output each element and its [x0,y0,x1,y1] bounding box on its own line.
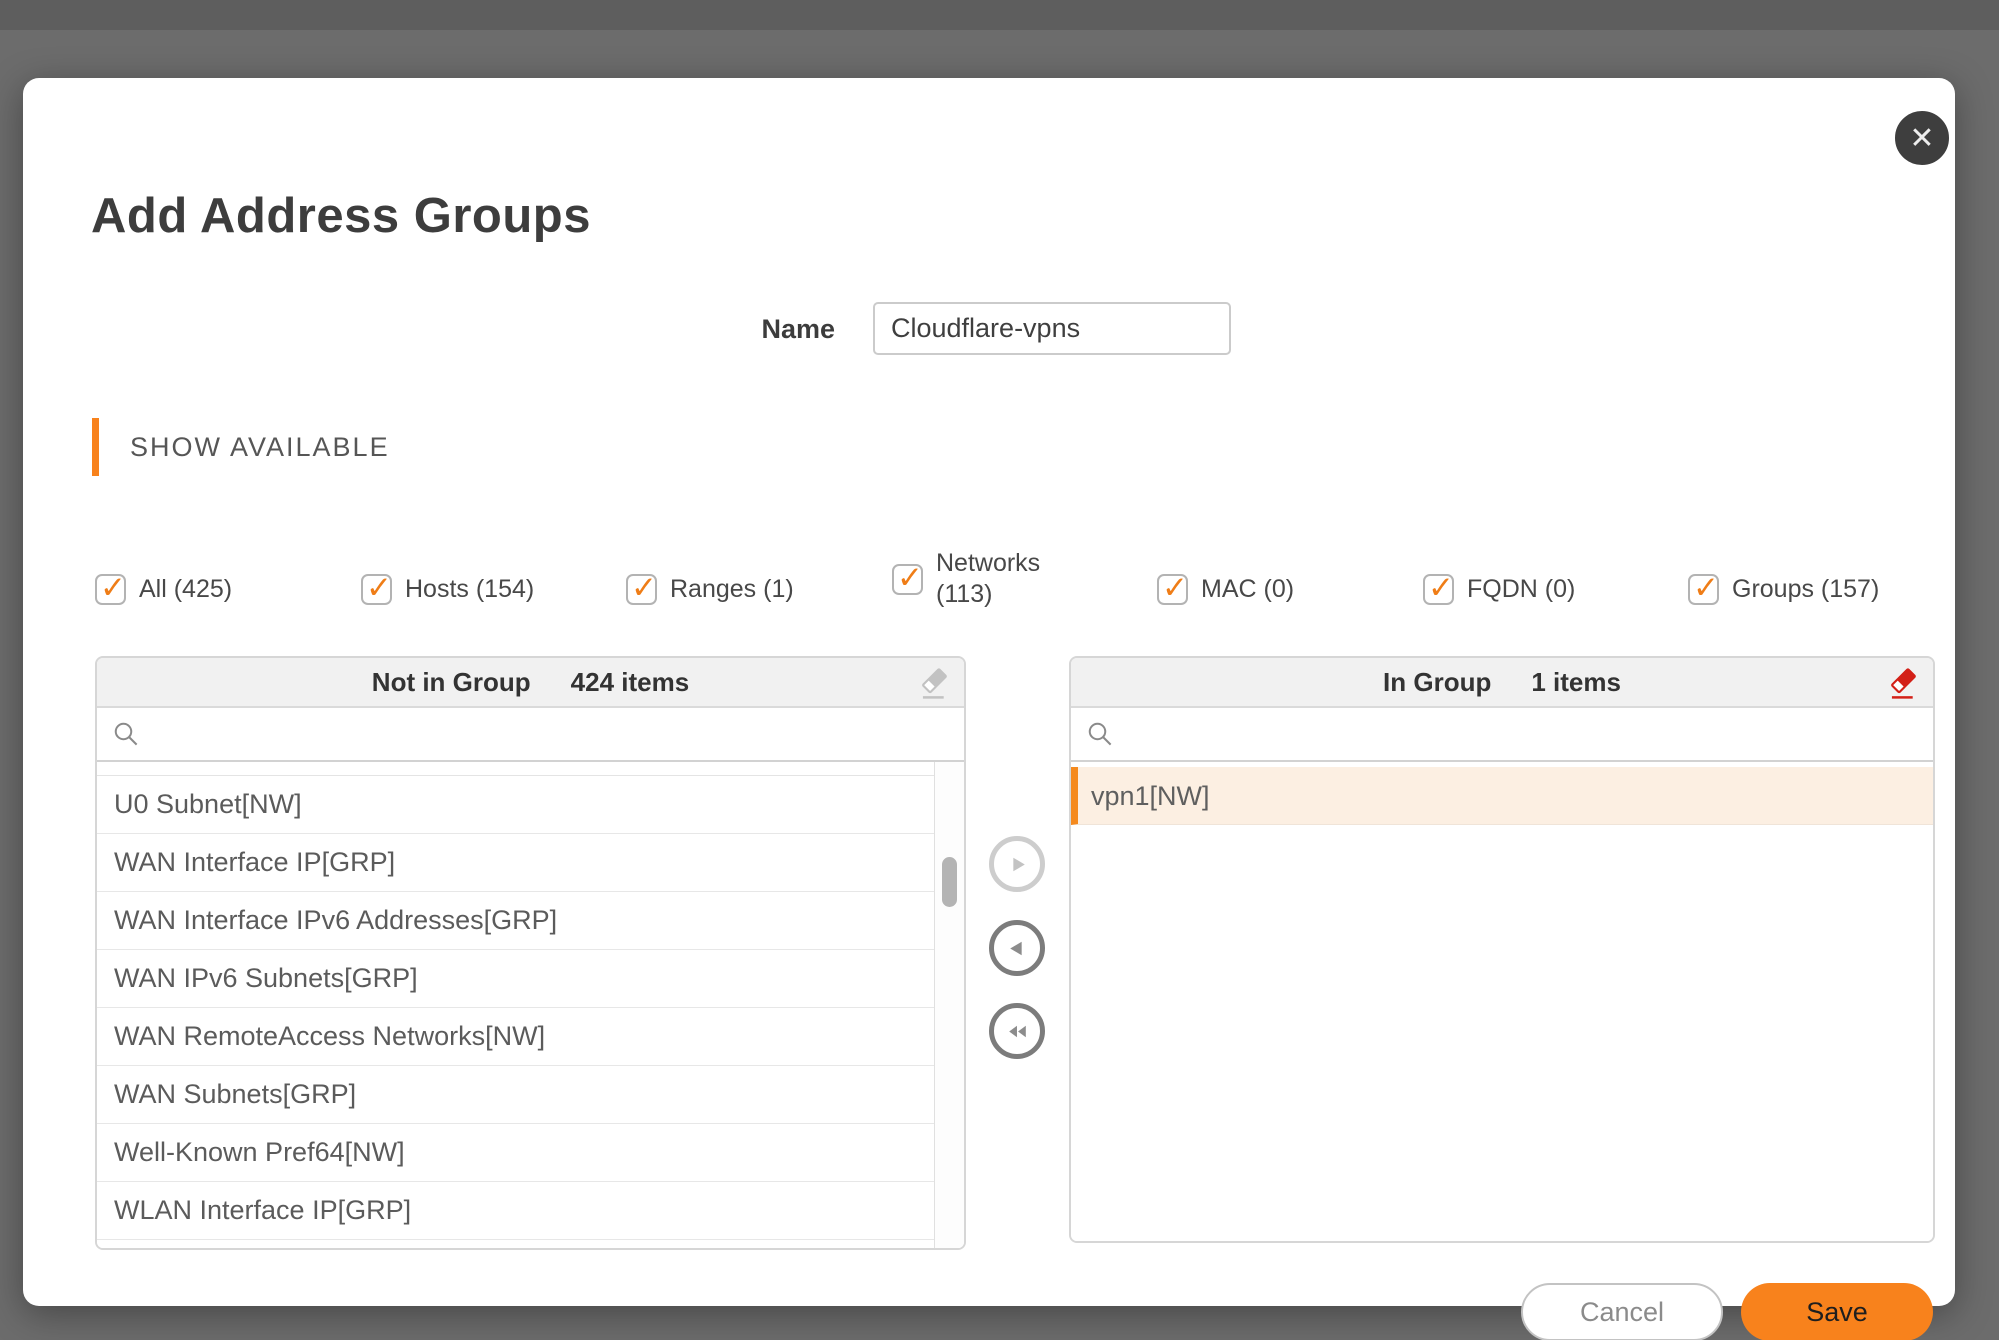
right-arrow-icon [1005,852,1030,877]
panel-count: 424 items [571,667,690,698]
search-icon [1085,719,1115,749]
checkbox-networks[interactable]: ✓ [892,564,923,595]
check-icon: ✓ [100,572,126,603]
list-item[interactable]: WAN Interface IPv6 Addresses[GRP] [97,892,934,950]
type-filter-row: ✓ All (425) ✓ Hosts (154) ✓ Ranges (1) ✓… [95,540,1955,620]
filter-label: Groups (157) [1732,575,1879,604]
check-icon: ✓ [1693,572,1719,603]
in-group-panel: In Group 1 items vpn1[NW] [1069,656,1935,1243]
move-all-left-button[interactable] [989,1003,1045,1059]
list-item[interactable]: WAN IPv6 Subnets[GRP] [97,950,934,1008]
filter-hosts[interactable]: ✓ Hosts (154) [361,574,534,605]
section-heading: SHOW AVAILABLE [130,432,390,463]
filter-groups[interactable]: ✓ Groups (157) [1688,574,1879,605]
search-icon [111,719,141,749]
checkbox-fqdn[interactable]: ✓ [1423,574,1454,605]
close-icon: ✕ [1909,121,1934,156]
check-icon: ✓ [366,572,392,603]
in-group-header: In Group 1 items [1071,658,1933,708]
list-item[interactable]: Well-Known Pref64[NW] [97,1124,934,1182]
not-in-group-search-input[interactable] [151,708,950,760]
double-left-arrow-icon [1004,1019,1031,1044]
check-icon: ✓ [1162,572,1188,603]
list-item[interactable]: WAN Subnets[GRP] [97,1066,934,1124]
section-accent-bar [92,418,99,476]
save-button[interactable]: Save [1741,1283,1933,1340]
checkbox-ranges[interactable]: ✓ [626,574,657,605]
move-right-button[interactable] [989,836,1045,892]
list-item[interactable]: WLAN Interface IP[GRP] [97,1182,934,1240]
checkbox-mac[interactable]: ✓ [1157,574,1188,605]
name-field[interactable] [873,302,1231,355]
panel-title: Not in Group [372,667,531,698]
check-icon: ✓ [1428,572,1454,603]
not-in-group-panel: Not in Group 424 items [95,656,966,1250]
not-in-group-list: U0 Subnet[NW] WAN Interface IP[GRP] WAN … [97,762,964,1248]
clear-list-eraser-icon[interactable] [1885,665,1921,701]
filter-all[interactable]: ✓ All (425) [95,574,232,605]
in-group-search-input[interactable] [1125,708,1919,760]
list-scrollbar[interactable] [934,762,964,1248]
not-in-group-header: Not in Group 424 items [97,658,964,708]
filter-fqdn[interactable]: ✓ FQDN (0) [1423,574,1575,605]
filter-mac[interactable]: ✓ MAC (0) [1157,574,1294,605]
check-icon: ✓ [631,572,657,603]
name-field-label: Name [713,314,835,345]
filter-label: FQDN (0) [1467,575,1575,604]
page-title: Add Address Groups [91,188,591,244]
panel-count: 1 items [1531,667,1621,698]
filter-label: Ranges (1) [670,575,794,604]
left-arrow-icon [1005,936,1030,961]
not-in-group-search-row [97,708,964,762]
filter-networks[interactable]: ✓ Networks (113) [892,548,1052,610]
list-item[interactable]: WAN Interface IP[GRP] [97,834,934,892]
filter-label: Hosts (154) [405,575,534,604]
add-address-groups-dialog: Add Address Groups Name SHOW AVAILABLE ✓… [23,78,1955,1306]
filter-label: MAC (0) [1201,575,1294,604]
in-group-search-row [1071,708,1933,762]
filter-ranges[interactable]: ✓ Ranges (1) [626,574,794,605]
checkbox-groups[interactable]: ✓ [1688,574,1719,605]
list-item[interactable]: WAN RemoteAccess Networks[NW] [97,1008,934,1066]
filter-label: Networks (113) [936,548,1052,610]
check-icon: ✓ [897,562,923,593]
scrollbar-thumb[interactable] [942,857,957,907]
list-item-selected[interactable]: vpn1[NW] [1071,767,1933,825]
close-button[interactable]: ✕ [1890,106,1954,170]
clear-list-eraser-icon[interactable] [916,665,952,701]
panel-title: In Group [1383,667,1491,698]
partial-row [97,762,934,776]
move-left-button[interactable] [989,920,1045,976]
checkbox-hosts[interactable]: ✓ [361,574,392,605]
filter-label: All (425) [139,575,232,604]
dimmed-background-strip [0,0,1999,30]
cancel-button[interactable]: Cancel [1521,1283,1723,1340]
list-item[interactable]: U0 Subnet[NW] [97,776,934,834]
in-group-list: vpn1[NW] [1071,767,1933,1243]
checkbox-all[interactable]: ✓ [95,574,126,605]
